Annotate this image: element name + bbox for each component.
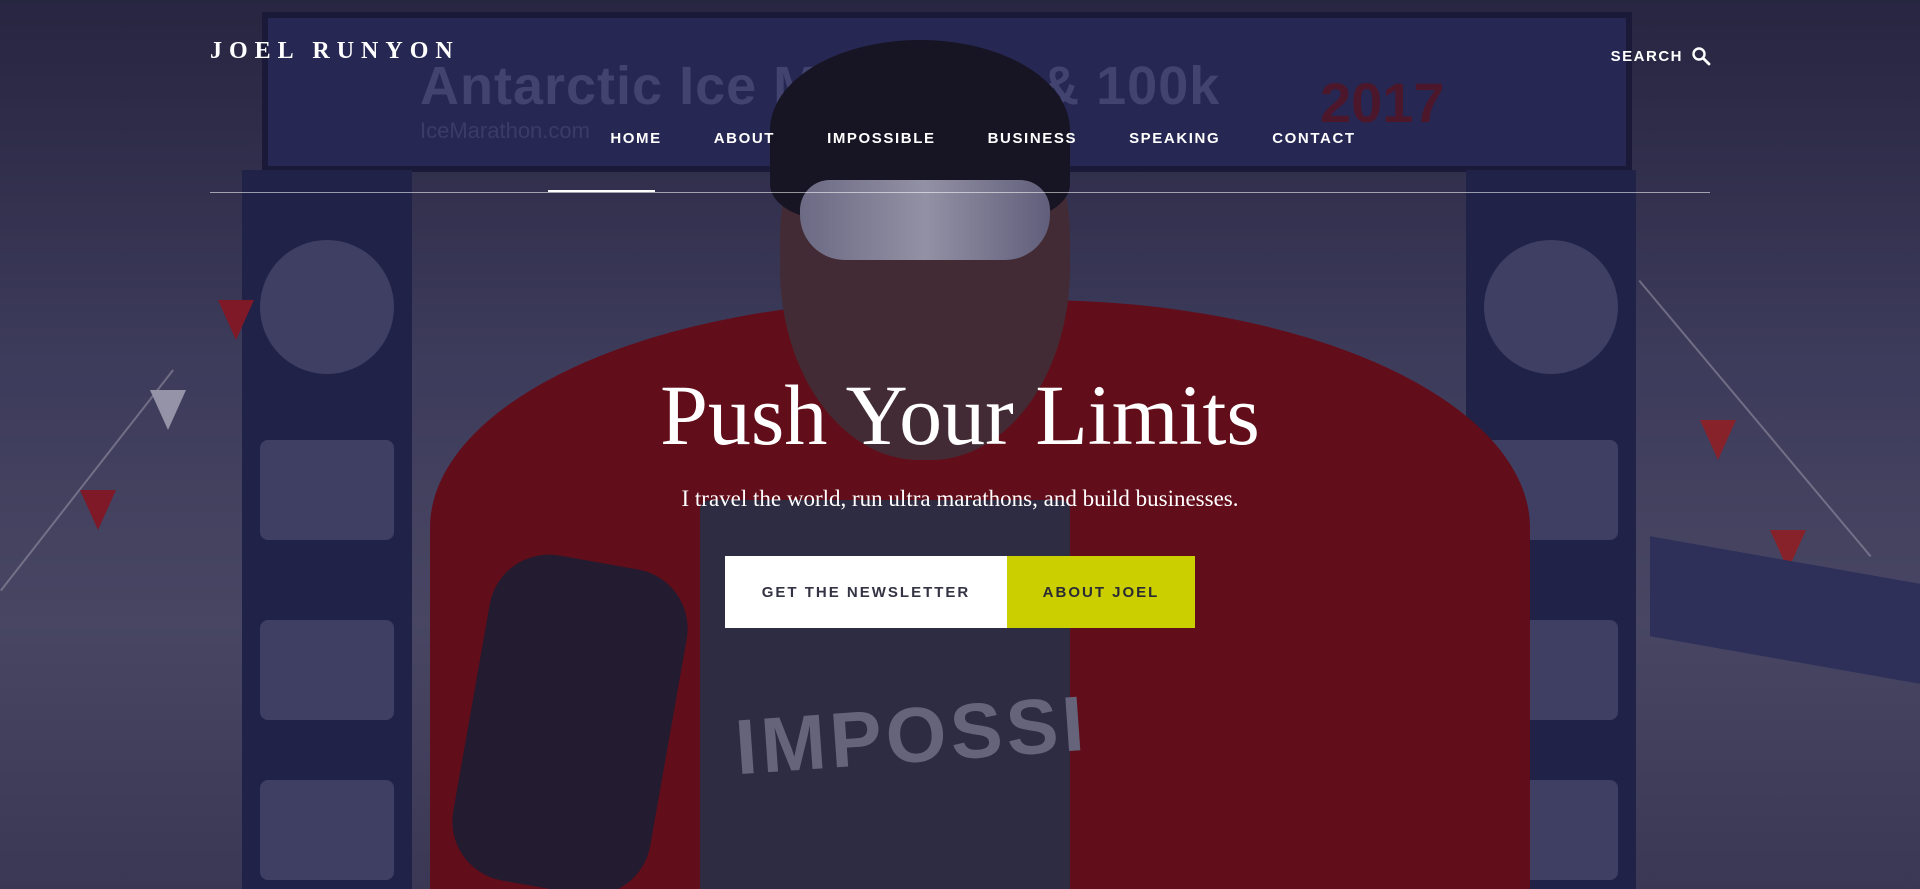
hero-title: Push Your Limits: [660, 367, 1260, 463]
search-icon: [1691, 46, 1711, 66]
newsletter-button[interactable]: GET THE NEWSLETTER: [725, 556, 1007, 628]
nav-active-indicator: [548, 190, 655, 192]
cta-group: GET THE NEWSLETTER ABOUT JOEL: [725, 556, 1195, 628]
nav-about[interactable]: ABOUT: [714, 130, 775, 147]
nav-business[interactable]: BUSINESS: [988, 130, 1078, 147]
nav-impossible[interactable]: IMPOSSIBLE: [827, 130, 936, 147]
search-button[interactable]: SEARCH: [1611, 46, 1711, 66]
hero-section: Antarctic Ice Marathon & 100k 2017 IceMa…: [0, 0, 1920, 889]
hero-subtitle: I travel the world, run ultra marathons,…: [681, 486, 1239, 511]
nav-home[interactable]: HOME: [610, 130, 661, 147]
nav-divider: [210, 192, 1710, 193]
main-nav: HOME ABOUT IMPOSSIBLE BUSINESS SPEAKING …: [0, 130, 1920, 147]
search-label: SEARCH: [1610, 47, 1683, 65]
nav-contact[interactable]: CONTACT: [1272, 130, 1355, 147]
nav-speaking[interactable]: SPEAKING: [1129, 130, 1220, 147]
site-logo[interactable]: JOEL RUNYON: [210, 38, 460, 65]
about-joel-button[interactable]: ABOUT JOEL: [1007, 556, 1195, 628]
